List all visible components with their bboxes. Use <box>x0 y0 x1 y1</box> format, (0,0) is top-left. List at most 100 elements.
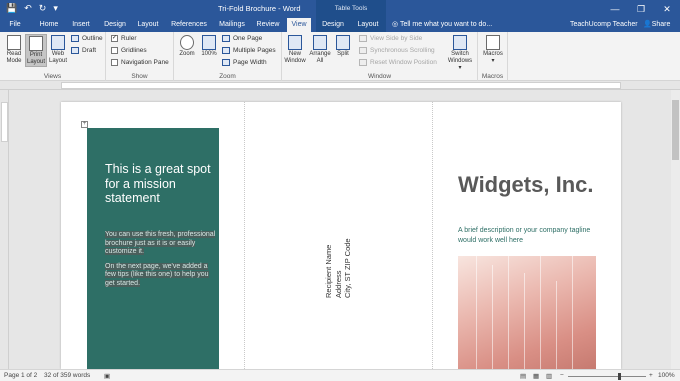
building-photo[interactable] <box>458 256 596 369</box>
reset-window-position-button[interactable]: Reset Window Position <box>359 59 437 66</box>
synchronous-scrolling-button[interactable]: Synchronous Scrolling <box>359 47 435 54</box>
tab-references[interactable]: References <box>167 18 211 32</box>
mission-paragraph-2[interactable]: On the next page, we've added a few tips… <box>105 262 209 287</box>
tell-me-box[interactable]: ◎ Tell me what you want to do... <box>392 18 492 32</box>
recipient-name[interactable]: Recipient Name <box>324 208 334 298</box>
horizontal-ruler[interactable] <box>0 81 680 90</box>
zoom-button[interactable]: Zoom <box>176 34 198 58</box>
read-mode-button[interactable]: Read Mode <box>3 34 25 65</box>
view-side-label: View Side by Side <box>370 35 423 42</box>
web-layout-label: Web Layout <box>48 51 67 64</box>
table-move-handle-icon[interactable]: + <box>81 121 88 128</box>
user-name[interactable]: TeachUcomp Teacher <box>570 18 638 32</box>
tab-table-layout[interactable]: Layout <box>350 18 386 32</box>
close-button[interactable]: ✕ <box>654 0 680 18</box>
word-count[interactable]: 32 of 359 words <box>44 372 90 379</box>
nav-pane-label: Navigation Pane <box>121 59 169 66</box>
tab-mailings[interactable]: Mailings <box>215 18 249 32</box>
window-controls: — ❐ ✕ <box>602 0 680 18</box>
ruler-checkbox[interactable]: ✓ Ruler <box>111 35 137 42</box>
switch-windows-button[interactable]: Switch Windows ▾ <box>446 34 474 72</box>
page-count[interactable]: Page 1 of 2 <box>4 372 37 379</box>
outline-button[interactable]: Outline <box>71 35 103 42</box>
view-side-by-side-button[interactable]: View Side by Side <box>359 35 422 42</box>
split-button[interactable]: Split <box>333 34 353 58</box>
gridlines-checkbox[interactable]: Gridlines <box>111 47 147 54</box>
tab-insert[interactable]: Insert <box>68 18 94 32</box>
tab-file[interactable]: File <box>4 18 26 32</box>
vertical-ruler[interactable] <box>0 90 9 369</box>
share-icon: 👤 <box>643 21 652 28</box>
zoom-out-icon[interactable]: − <box>560 372 564 379</box>
views-group-label: Views <box>43 73 62 80</box>
gridlines-label: Gridlines <box>121 47 147 54</box>
print-layout-status-icon[interactable]: ▦ <box>533 372 539 380</box>
mission-body[interactable]: You can use this fresh, professional bro… <box>105 231 217 295</box>
zoom-slider[interactable] <box>568 376 646 377</box>
switch-windows-label: Switch Windows ▾ <box>447 51 473 71</box>
mission-paragraph-1[interactable]: You can use this fresh, professional bro… <box>105 231 216 256</box>
group-window: New Window Arrange All Split View Side b… <box>282 32 478 81</box>
zoom-100-button[interactable]: 100% <box>198 34 220 58</box>
magnifier-icon <box>180 35 194 50</box>
reset-position-icon <box>359 59 367 66</box>
table-tools-label: Table Tools <box>316 0 386 18</box>
web-layout-button[interactable]: Web Layout <box>47 34 69 65</box>
web-layout-status-icon[interactable]: ▥ <box>546 372 552 380</box>
page-width-button[interactable]: Page Width <box>222 59 267 66</box>
draft-button[interactable]: Draft <box>71 47 96 54</box>
tell-me-text: Tell me what you want to do... <box>399 21 493 28</box>
outline-label: Outline <box>82 35 103 42</box>
tab-layout[interactable]: Layout <box>134 18 162 32</box>
mission-statement-heading[interactable]: This is a great spot for a mission state… <box>105 162 215 206</box>
draft-icon <box>71 47 79 54</box>
nav-pane-check-icon <box>111 59 118 66</box>
outline-icon <box>71 35 79 42</box>
group-show: ✓ Ruler Gridlines Navigation Pane Show <box>106 32 174 81</box>
tab-design[interactable]: Design <box>101 18 129 32</box>
mailing-address[interactable]: Recipient Name Address City, ST ZIP Code <box>324 208 358 298</box>
tab-view[interactable]: View <box>287 18 311 32</box>
zoom-in-icon[interactable]: + <box>649 372 653 379</box>
zoom-level[interactable]: 100% <box>658 372 675 379</box>
minimize-button[interactable]: — <box>602 0 628 18</box>
company-name[interactable]: Widgets, Inc. <box>458 172 618 197</box>
address-line[interactable]: Address <box>334 208 344 298</box>
navigation-pane-checkbox[interactable]: Navigation Pane <box>111 59 169 66</box>
tab-home[interactable]: Home <box>36 18 62 32</box>
new-window-icon <box>288 35 302 50</box>
company-tagline[interactable]: A brief description or your company tagl… <box>458 226 598 246</box>
ruler-check-icon: ✓ <box>111 35 118 42</box>
city-state-zip[interactable]: City, ST ZIP Code <box>343 208 353 298</box>
title-bar: 💾 ↶ ↻ ▾ Tri-Fold Brochure - Word Table T… <box>0 0 680 18</box>
save-icon[interactable]: 💾 <box>6 3 17 14</box>
scrollbar-thumb[interactable] <box>672 100 679 160</box>
multiple-pages-button[interactable]: Multiple Pages <box>222 47 276 54</box>
tab-table-design[interactable]: Design <box>316 18 350 32</box>
sync-scroll-label: Synchronous Scrolling <box>370 47 435 54</box>
redo-icon[interactable]: ↻ <box>39 3 47 14</box>
undo-icon[interactable]: ↶ <box>24 3 32 14</box>
arrange-all-button[interactable]: Arrange All <box>308 34 332 65</box>
show-group-label: Show <box>131 73 148 80</box>
proofing-icon[interactable]: ▣ <box>104 372 110 380</box>
gridlines-check-icon <box>111 47 118 54</box>
one-page-button[interactable]: One Page <box>222 35 262 42</box>
restore-button[interactable]: ❐ <box>628 0 654 18</box>
photo-line <box>556 280 557 369</box>
vertical-scrollbar[interactable] <box>671 90 680 369</box>
customize-qat-icon[interactable]: ▾ <box>53 3 58 14</box>
share-button[interactable]: 👤Share <box>643 18 670 32</box>
photo-line <box>476 256 477 369</box>
photo-line <box>492 265 493 369</box>
tab-review[interactable]: Review <box>253 18 283 32</box>
print-layout-button[interactable]: Print Layout <box>25 34 47 67</box>
read-mode-label: Read Mode <box>6 51 22 64</box>
mission-panel[interactable]: This is a great spot for a mission state… <box>87 128 219 369</box>
zoom-slider-knob[interactable] <box>618 373 621 380</box>
macros-button[interactable]: Macros ▾ <box>481 34 505 65</box>
read-mode-status-icon[interactable]: ▤ <box>520 372 526 380</box>
new-window-button[interactable]: New Window <box>283 34 307 65</box>
multiple-pages-icon <box>222 47 230 54</box>
document-page[interactable]: + This is a great spot for a mission sta… <box>61 102 621 369</box>
